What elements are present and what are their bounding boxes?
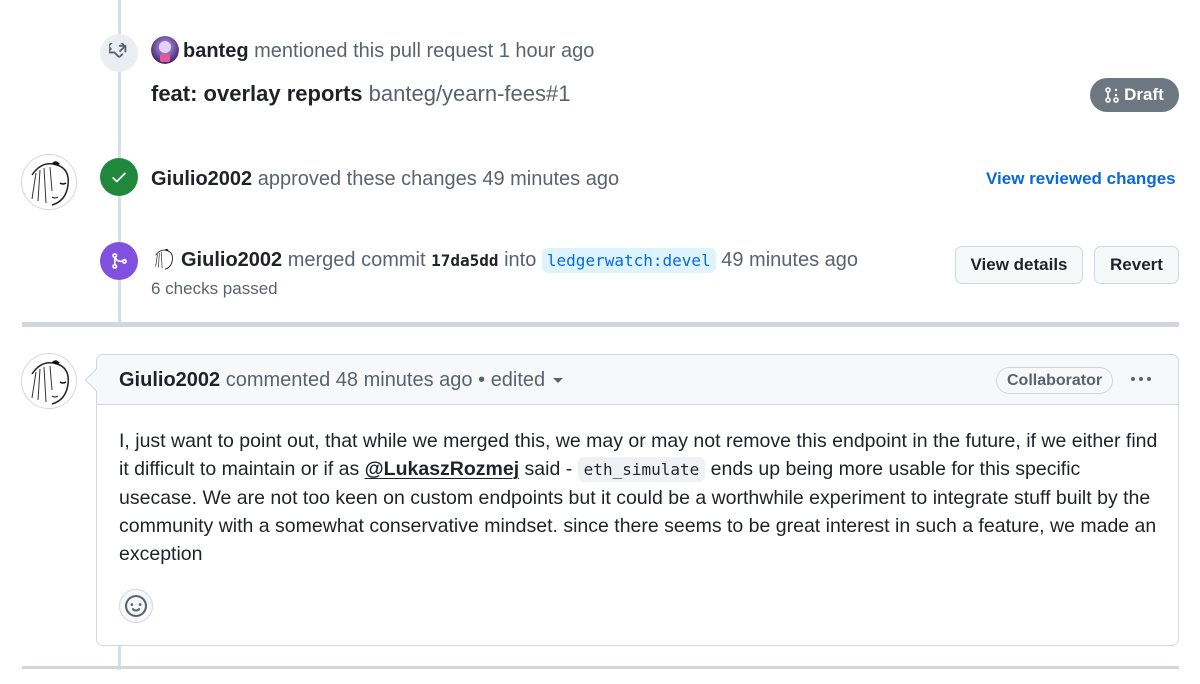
referenced-pr[interactable]: feat: overlay reports banteg/yearn-fees#…: [151, 80, 570, 108]
avatar-giulio2002[interactable]: [21, 154, 77, 210]
avatar-giulio2002-small[interactable]: [151, 245, 177, 272]
draft-label: Draft: [1124, 85, 1164, 104]
edited-label: edited: [490, 369, 546, 391]
inline-code: eth_simulate: [577, 457, 706, 482]
git-merge-icon: [100, 242, 138, 280]
merge-action: merged commit: [287, 249, 426, 271]
referenced-pr-title[interactable]: feat: overlay reports: [151, 81, 363, 106]
check-icon: [100, 158, 138, 196]
comment-body: I, just want to point out, that while we…: [119, 427, 1159, 568]
mention-user-link[interactable]: banteg: [183, 40, 249, 62]
merge-time[interactable]: 49 minutes ago: [721, 249, 858, 271]
checks-status[interactable]: 6 checks passed: [151, 278, 278, 300]
review-time[interactable]: 49 minutes ago: [482, 168, 619, 190]
comment-author-link[interactable]: Giulio2002: [119, 369, 220, 391]
comment-card: Giulio2002 commented 48 minutes ago • ed…: [84, 354, 1179, 646]
merge-event: Giulio2002 merged commit 17da5dd into le…: [151, 245, 858, 275]
revert-button[interactable]: Revert: [1094, 246, 1179, 284]
comment-text: said -: [519, 458, 578, 480]
comment-time[interactable]: 48 minutes ago: [336, 369, 473, 391]
mention-event: banteg mentioned this pull request 1 hou…: [151, 35, 595, 66]
smiley-icon: [125, 595, 147, 617]
comment-header: Giulio2002 commented 48 minutes ago • ed…: [97, 355, 1178, 405]
chevron-down-icon: [553, 378, 564, 384]
comment-author-avatar[interactable]: [21, 353, 77, 409]
commit-sha-link[interactable]: 17da5dd: [431, 251, 498, 270]
target-branch[interactable]: ledgerwatch:devel: [541, 248, 716, 273]
edited-dropdown[interactable]: edited: [491, 369, 564, 391]
collaborator-badge: Collaborator: [996, 367, 1114, 394]
git-pull-request-draft-icon: [1105, 87, 1119, 103]
merge-into: into: [504, 249, 537, 271]
cross-reference-icon: [100, 34, 138, 72]
add-reaction-button[interactable]: [119, 589, 153, 623]
mention-time[interactable]: 1 hour ago: [499, 40, 595, 62]
view-details-button[interactable]: View details: [955, 246, 1083, 284]
review-action: approved these changes: [257, 168, 477, 190]
merge-user-link[interactable]: Giulio2002: [181, 249, 282, 271]
timeline-divider: [22, 322, 1179, 327]
more-options-icon[interactable]: [1127, 367, 1155, 391]
comment-separator: •: [478, 369, 486, 391]
avatar-banteg[interactable]: [151, 35, 179, 64]
view-reviewed-changes-link[interactable]: View reviewed changes: [986, 167, 1176, 191]
timeline-divider: [22, 666, 1179, 669]
review-event: Giulio2002 approved these changes 49 min…: [151, 165, 619, 193]
review-user-link[interactable]: Giulio2002: [151, 168, 252, 190]
comment-action: commented: [225, 369, 331, 391]
referenced-pr-repo[interactable]: banteg/yearn-fees#1: [369, 81, 571, 106]
draft-state-badge: Draft: [1090, 78, 1179, 112]
mention-action: mentioned this pull request: [254, 40, 494, 62]
user-mention-link[interactable]: @LukaszRozmej: [365, 458, 519, 480]
